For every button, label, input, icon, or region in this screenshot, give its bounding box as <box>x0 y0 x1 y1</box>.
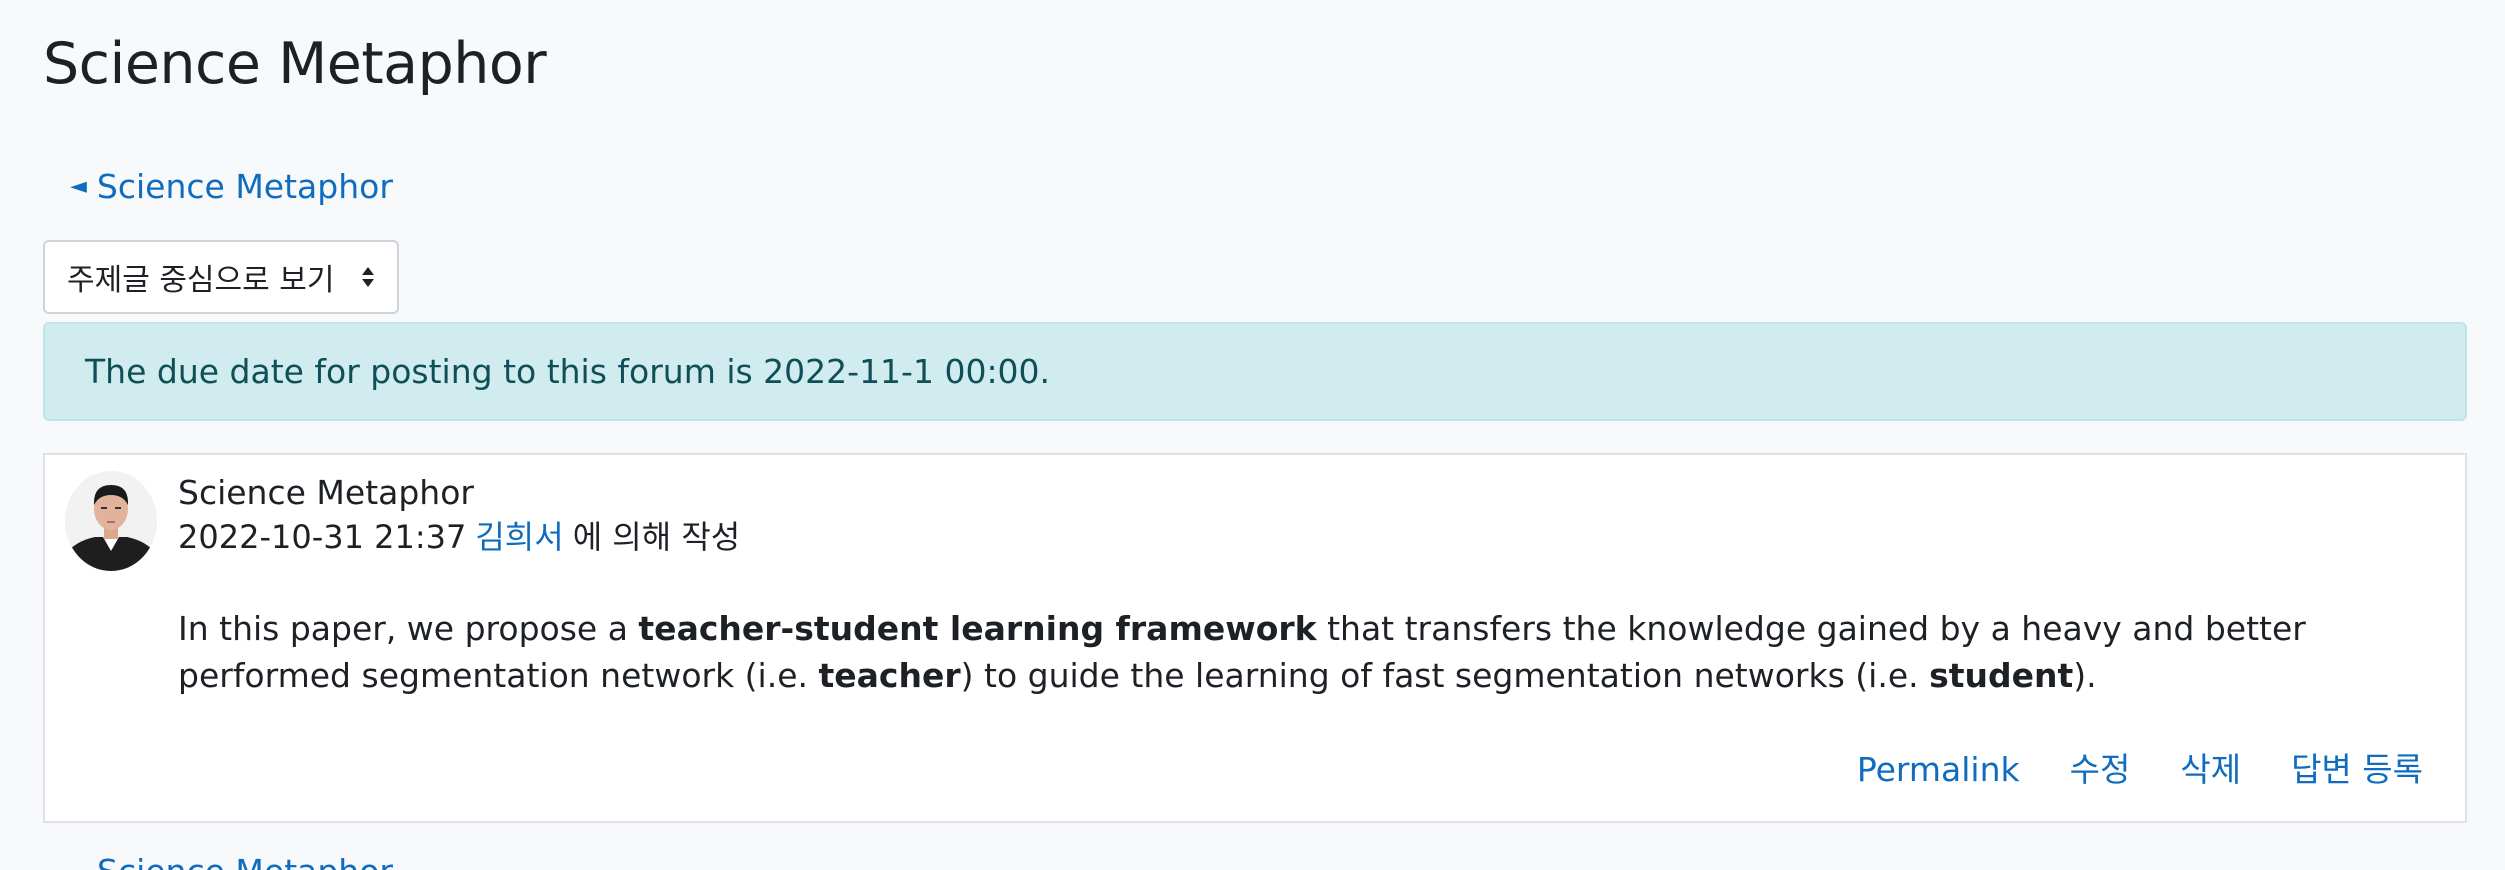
reply-link[interactable]: 답변 등록 <box>2291 745 2423 795</box>
post-message-bold: teacher <box>818 656 961 695</box>
forum-discussion-page: Science Metaphor ◄ Science Metaphor 주제글 … <box>0 0 2505 870</box>
post-byline: 2022-10-31 21:37 김희서 에 의해 작성 <box>178 515 740 559</box>
post-byline-suffix: 에 의해 작성 <box>572 518 741 556</box>
back-arrow-icon: ◄ <box>70 174 87 199</box>
sort-caret-icon <box>361 265 375 289</box>
user-avatar[interactable] <box>65 471 157 571</box>
edit-link[interactable]: 수정 <box>2070 745 2131 795</box>
back-to-forum-link[interactable]: ◄ Science Metaphor <box>70 163 393 211</box>
delete-link[interactable]: 삭제 <box>2180 745 2241 795</box>
post-message-bold: student <box>1929 656 2074 695</box>
display-mode-select[interactable]: 주제글 중심으로 보기 <box>43 240 399 314</box>
page-title: Science Metaphor <box>43 31 547 97</box>
post-message-text: ). <box>2073 656 2097 695</box>
display-mode-selected: 주제글 중심으로 보기 <box>67 263 335 298</box>
back-link-label: Science Metaphor <box>96 167 393 206</box>
post-date: 2022-10-31 21:37 <box>178 518 467 556</box>
due-date-alert-text: The due date for posting to this forum i… <box>85 352 1051 391</box>
post-header: Science Metaphor 2022-10-31 21:37 김희서 에 … <box>178 471 740 559</box>
post-message-text: ) to guide the learning of fast segmenta… <box>960 656 1930 695</box>
permalink-link[interactable]: Permalink <box>1857 745 2020 795</box>
post-actions: Permalink 수정 삭제 답변 등록 <box>1857 745 2423 795</box>
post-message: In this paper, we propose a teacher-stud… <box>178 605 2458 699</box>
post-message-bold: teacher-student learning framework <box>638 609 1317 648</box>
due-date-alert: The due date for posting to this forum i… <box>43 322 2467 421</box>
bottom-forum-link[interactable]: Science Metaphor <box>97 848 393 870</box>
post-subject: Science Metaphor <box>178 473 474 512</box>
post-message-text: In this paper, we propose a <box>178 609 639 648</box>
forum-post: Science Metaphor 2022-10-31 21:37 김희서 에 … <box>43 453 2467 823</box>
post-author-link[interactable]: 김희서 <box>475 515 563 559</box>
